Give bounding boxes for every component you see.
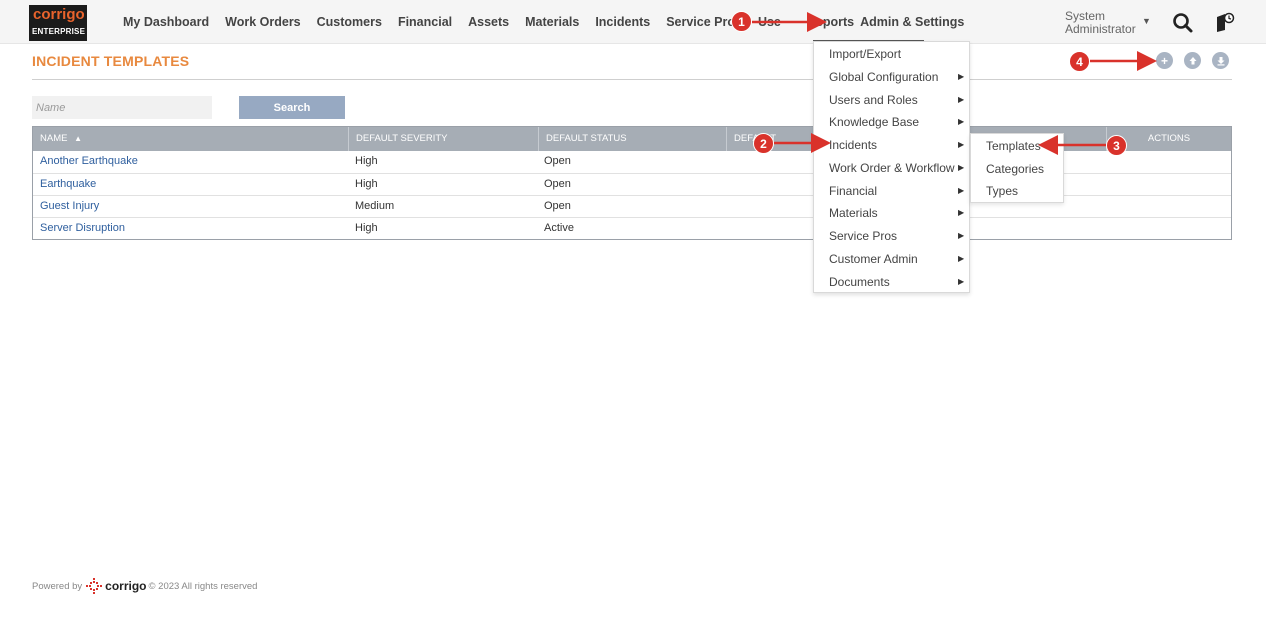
incidents-submenu: Templates Categories Types: [970, 133, 1064, 203]
table-row: Server Disruption High Active: [33, 217, 1231, 239]
annotation-badge-4: 4: [1069, 51, 1090, 72]
template-name-link[interactable]: Earthquake: [40, 174, 96, 195]
menu-item-materials[interactable]: Materials: [829, 206, 878, 220]
annotation-arrows: [752, 12, 1157, 155]
title-divider: [32, 79, 1232, 80]
nav-admin-settings[interactable]: Admin & Settings: [860, 15, 964, 29]
nav-work-orders[interactable]: Work Orders: [225, 15, 301, 29]
menu-item-import-export[interactable]: Import/Export: [829, 47, 901, 61]
download-icon[interactable]: [1212, 52, 1229, 69]
header-actions: +: [1156, 52, 1229, 69]
menu-item-customer-admin[interactable]: Customer Admin: [829, 252, 918, 266]
template-name-link[interactable]: Another Earthquake: [40, 151, 138, 172]
status-cell: Open: [544, 155, 571, 167]
nav-incidents[interactable]: Incidents: [595, 15, 650, 29]
caret-right-icon: ▶: [958, 140, 965, 149]
status-cell: Open: [544, 200, 571, 212]
caret-right-icon: ▶: [958, 117, 965, 126]
upload-icon[interactable]: [1184, 52, 1201, 69]
caret-right-icon: ▶: [958, 95, 965, 104]
column-header-name[interactable]: NAME ▲: [33, 127, 349, 151]
main-nav: My Dashboard Work Orders Customers Finan…: [115, 0, 964, 44]
column-header-status[interactable]: DEFAULT STATUS: [539, 127, 727, 151]
menu-item-knowledge-base[interactable]: Knowledge Base: [829, 115, 919, 129]
severity-cell: High: [355, 222, 378, 234]
nav-assets[interactable]: Assets: [468, 15, 509, 29]
caret-right-icon: ▶: [958, 163, 965, 172]
annotation-badge-1: 1: [731, 11, 752, 32]
caret-right-icon: ▶: [958, 72, 965, 81]
menu-item-documents[interactable]: Documents: [829, 275, 890, 289]
nav-materials[interactable]: Materials: [525, 15, 579, 29]
caret-right-icon: ▶: [958, 208, 965, 217]
corrigo-cross-icon: [86, 578, 103, 594]
annotation-badge-3: 3: [1106, 135, 1127, 156]
footer-brand[interactable]: corrigo: [105, 579, 146, 593]
template-name-link[interactable]: Guest Injury: [40, 196, 99, 217]
menu-item-financial[interactable]: Financial: [829, 184, 877, 198]
search-icon[interactable]: [1172, 12, 1194, 34]
page-title: INCIDENT TEMPLATES: [32, 53, 190, 69]
sort-asc-icon: ▲: [74, 134, 83, 143]
corrigo-logo[interactable]: corrigo ENTERPRISE: [29, 5, 87, 41]
submenu-item-types[interactable]: Types: [986, 184, 1018, 198]
severity-cell: High: [355, 178, 378, 190]
nav-my-dashboard[interactable]: My Dashboard: [123, 15, 209, 29]
footer-rights: © 2023 All rights reserved: [148, 580, 258, 592]
search-button[interactable]: Search: [239, 96, 345, 119]
caret-right-icon: ▶: [958, 254, 965, 263]
menu-item-work-order-workflow[interactable]: Work Order & Workflow: [829, 161, 955, 175]
nav-users[interactable]: Use: [758, 15, 781, 29]
footer-powered-by: Powered by: [32, 580, 83, 592]
nav-reports[interactable]: Reports: [807, 15, 854, 29]
severity-cell: Medium: [355, 200, 395, 212]
nav-financial[interactable]: Financial: [398, 15, 452, 29]
menu-item-incidents[interactable]: Incidents: [829, 138, 877, 152]
severity-cell: High: [355, 155, 378, 167]
status-cell: Active: [544, 222, 574, 234]
user-name-line2: Administrator: [1065, 22, 1136, 36]
submenu-item-templates[interactable]: Templates: [986, 139, 1041, 153]
top-nav-bar: corrigo ENTERPRISE My Dashboard Work Ord…: [0, 0, 1266, 44]
footer: Powered by corrigo © 2023 All rights res…: [32, 578, 257, 594]
caret-right-icon: ▶: [958, 277, 965, 286]
caret-right-icon: ▶: [958, 231, 965, 240]
template-name-link[interactable]: Server Disruption: [40, 218, 125, 239]
user-menu[interactable]: System Administrator: [1065, 10, 1136, 36]
logo-text: corrigo: [33, 6, 85, 23]
logo-subtext: ENTERPRISE: [32, 27, 86, 36]
help-icon[interactable]: [1214, 11, 1236, 33]
submenu-item-categories[interactable]: Categories: [986, 162, 1044, 176]
status-cell: Open: [544, 178, 571, 190]
annotation-badge-2: 2: [753, 133, 774, 154]
menu-item-users-and-roles[interactable]: Users and Roles: [829, 93, 918, 107]
add-icon[interactable]: +: [1156, 52, 1173, 69]
caret-right-icon: ▶: [958, 186, 965, 195]
name-search-input[interactable]: [32, 96, 212, 119]
menu-item-global-configuration[interactable]: Global Configuration: [829, 70, 938, 84]
nav-customers[interactable]: Customers: [317, 15, 382, 29]
column-header-severity[interactable]: DEFAULT SEVERITY: [349, 127, 539, 151]
caret-down-icon[interactable]: ▼: [1142, 16, 1151, 26]
menu-item-service-pros[interactable]: Service Pros: [829, 229, 897, 243]
admin-settings-menu: Import/Export Global Configuration ▶ Use…: [813, 41, 970, 293]
